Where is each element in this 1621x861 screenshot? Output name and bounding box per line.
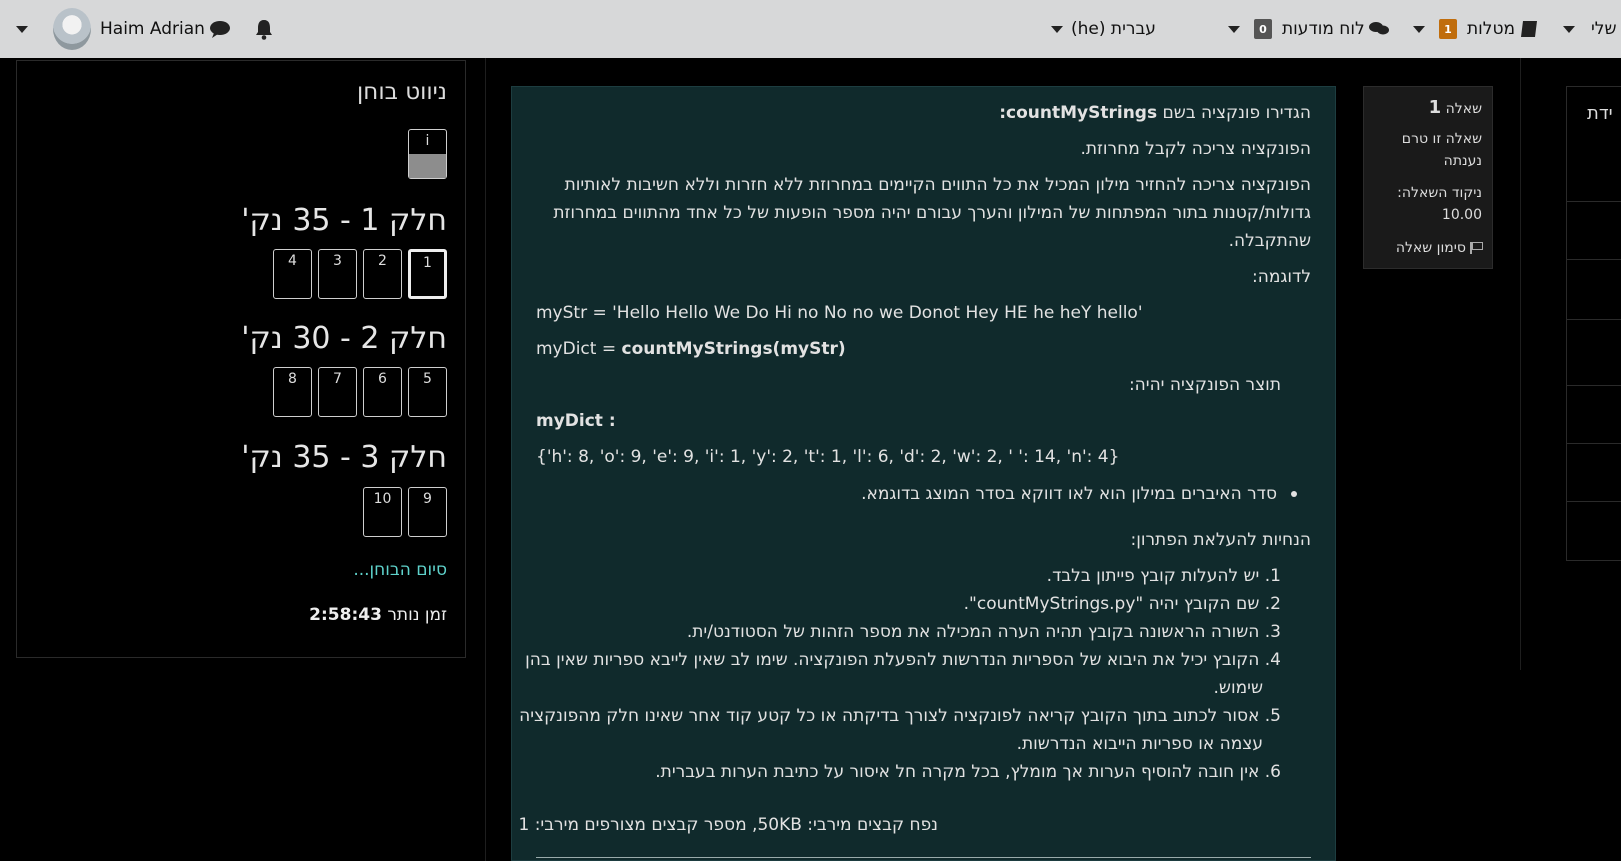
instruction-6: 6. אין חובה להוסיף הערות אך מומלץ, בכל מ… [655,762,1281,782]
section-1-title: חלק 1 - 35 נק' [241,203,447,238]
question-intro: הגדירו פונקציה בשם countMyStrings: [999,103,1311,123]
question-button-1[interactable]: 1 [408,249,447,299]
example-label: לדוגמה: [1252,267,1311,287]
instruction-5: 5. אסור לכתוב בתוך הקובץ קריאה לפונקציה … [519,706,1281,726]
instruction-2: 2. שם הקובץ יהיה "countMyStrings.py". [963,594,1281,614]
question-button-3[interactable]: 3 [318,249,357,299]
bullet-item: סדר האיברים במילון הוא לאו דווקא בסדר המ… [861,484,1297,504]
output-label: תוצר הפונקציה יהיה: [1128,375,1281,395]
tasks-caret[interactable] [1413,0,1425,58]
my-menu-label[interactable]: שלי [1591,0,1617,58]
instruction-3: 3. השורה הראשונה בקובץ תהיה הערה המכילה … [686,622,1281,642]
question-button-8[interactable]: 8 [273,367,312,417]
user-avatar[interactable] [53,0,91,58]
comments-icon [1368,0,1390,58]
forums-count-badge: 0 [1254,0,1272,58]
dict-label: myDict : [536,411,616,431]
section-2-title: חלק 2 - 30 נק' [241,321,447,356]
book-icon [1519,0,1539,58]
flag-question[interactable]: סימון שאלה [1396,240,1483,256]
question-button-9[interactable]: 9 [408,487,447,537]
question-line-2: הפונקציה צריכה לקבל מחרוזת. [1080,139,1311,159]
question-number: שאלה 1 [1428,97,1482,118]
language-menu[interactable]: עברית (he) [1071,0,1156,58]
function-name: countMyStrings: [999,103,1158,123]
instruction-5-cont: עצמה או ספריות הייבוא הנדרשות. [1016,734,1263,754]
quiz-info-button[interactable]: i [408,129,447,179]
quiz-timer: זמן נותר 2:58:43 [309,605,447,625]
question-button-6[interactable]: 6 [363,367,402,417]
language-caret[interactable] [1051,0,1063,58]
timer-label: זמן נותר [387,605,447,625]
user-menu-caret[interactable] [16,0,28,58]
forums-caret[interactable] [1228,0,1240,58]
quiz-navigation-panel: ניווט בוחן i חלק 1 - 35 נק' 1 2 3 4 חלק … [16,60,466,658]
right-side-block: ידת [1566,86,1621,561]
question-status-2: נענתה [1443,153,1482,169]
user-name[interactable]: Haim Adrian [100,0,205,58]
section-3-title: חלק 3 - 35 נק' [241,440,447,475]
tasks-label[interactable]: מטלות [1467,0,1515,58]
question-button-7[interactable]: 7 [318,367,357,417]
my-menu-caret[interactable] [1563,0,1575,58]
quiz-navigation-title: ניווט בוחן [357,79,447,105]
marks-label: ניקוד השאלה: [1397,185,1482,201]
forums-label[interactable]: לוח מודעות [1282,0,1365,58]
tasks-count-badge: 1 [1439,0,1457,58]
question-content: הגדירו פונקציה בשם countMyStrings: הפונק… [511,86,1336,861]
timer-value: 2:58:43 [309,605,382,625]
question-status-1: שאלה זו טרם [1401,131,1482,147]
bell-icon[interactable] [254,0,274,58]
dict-value: {'h': 8, 'o': 9, 'e': 9, 'i': 1, 'y': 2,… [536,447,1120,467]
flag-icon[interactable] [1470,242,1483,254]
question-para-line-3: שהתקבלה. [1228,231,1311,251]
file-limits: נפח קבצים מירבי: 50KB, מספר קבצים מצורפי… [518,815,938,835]
question-para-line-1: הפונקציה צריכה להחזיר מילון המכיל את כל … [564,175,1311,195]
marks-value: 10.00 [1441,207,1482,223]
code-line-2: myDict = countMyStrings(myStr) [536,339,846,359]
instructions-title: הנחיות להעלאת הפתרון: [1130,530,1311,550]
instruction-1: 1. יש להעלות קובץ פייתון בלבד. [1046,566,1281,586]
question-button-2[interactable]: 2 [363,249,402,299]
messages-icon[interactable] [209,0,231,58]
question-button-5[interactable]: 5 [408,367,447,417]
right-partial-text: ידת [1587,103,1613,124]
code-line-1: myStr = 'Hello Hello We Do Hi no No no w… [536,303,1143,323]
instruction-4: 4. הקובץ יכיל את היבוא של הספריות הנדרשו… [525,650,1281,670]
top-navbar: Haim Adrian עברית (he) 0 לוח מודעות 1 מט… [0,0,1621,58]
question-para-line-2: גדולות/קטנות בתור המפתחות של המילון והער… [553,203,1311,223]
finish-attempt-link[interactable]: סיום הבוחן... [353,560,447,580]
question-button-4[interactable]: 4 [273,249,312,299]
file-dropzone-border[interactable] [536,857,1311,858]
question-button-10[interactable]: 10 [363,487,402,537]
question-info-box: שאלה 1 שאלה זו טרם נענתה ניקוד השאלה: 10… [1363,86,1493,269]
instruction-4-cont: שימוש. [1213,678,1263,698]
